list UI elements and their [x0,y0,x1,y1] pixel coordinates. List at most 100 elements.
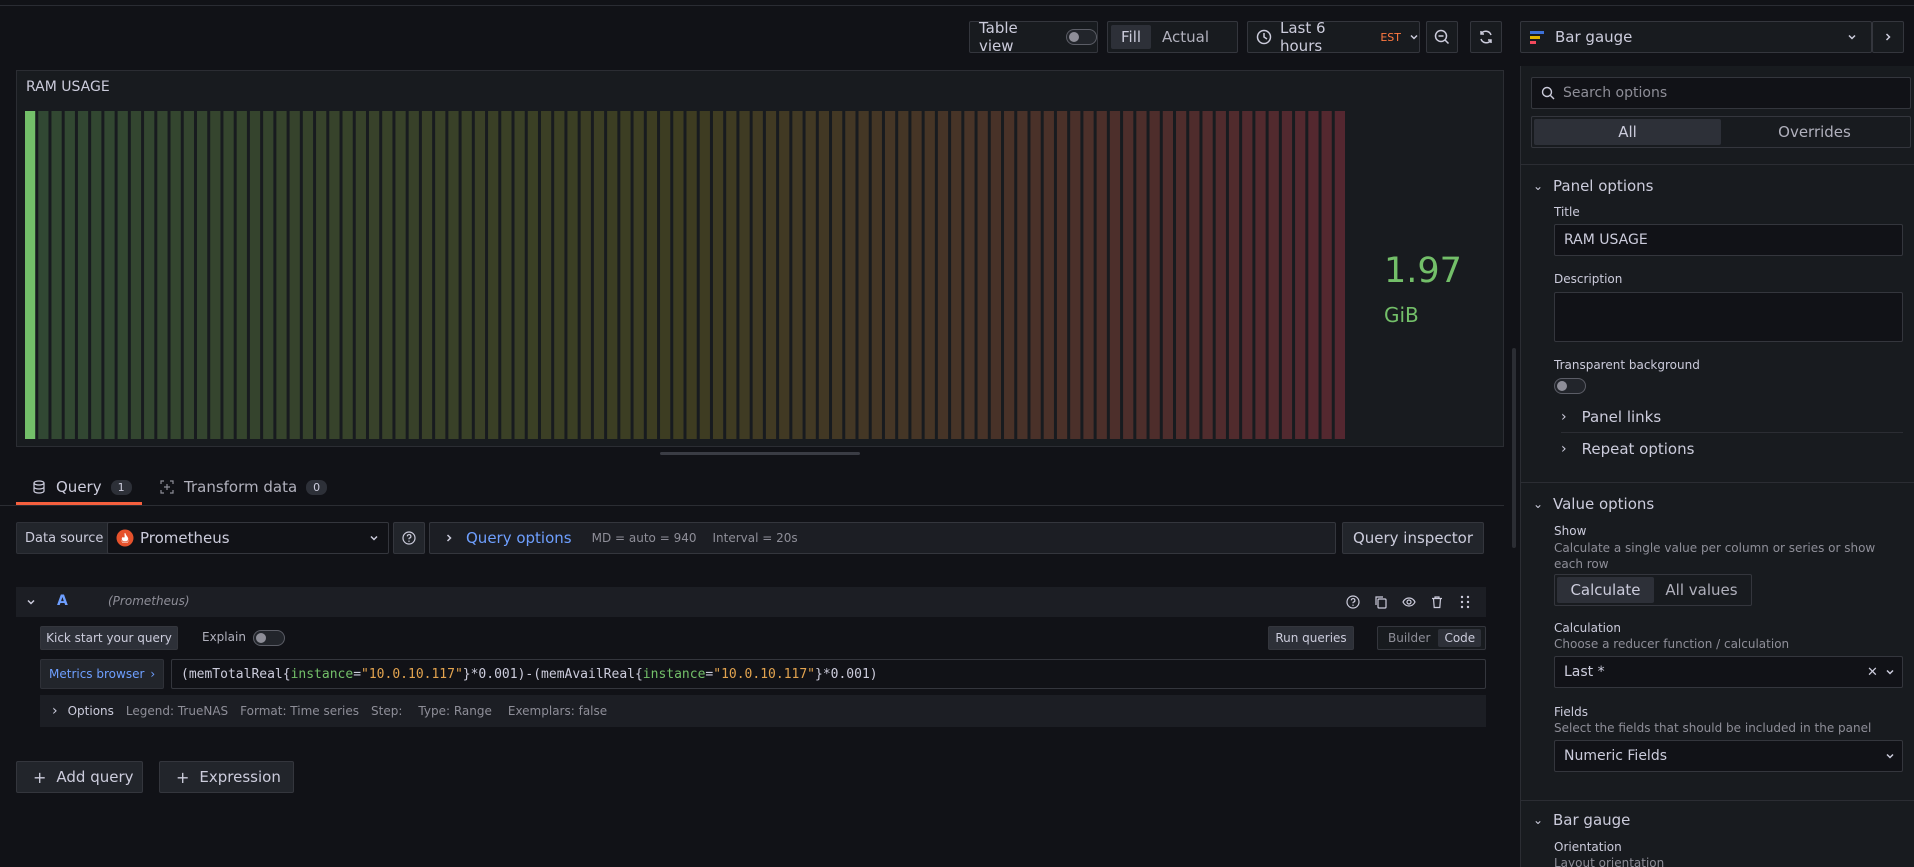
kickstart-button[interactable]: Kick start your query [40,626,178,650]
title-input-value: RAM USAGE [1564,232,1648,248]
gauge-segment [355,111,366,439]
repeat-options-row[interactable]: › Repeat options [1561,433,1903,465]
tab-transform[interactable]: Transform data 0 [160,472,328,502]
eye-icon[interactable] [1402,595,1416,609]
search-options-placeholder: Search options [1563,85,1668,101]
gauge-segment [1162,111,1174,439]
panel-title: RAM USAGE [26,79,110,95]
table-view-toggle[interactable]: Table view [969,19,1098,55]
expression-button[interactable]: + Expression [159,761,294,793]
query-inspector-button[interactable]: Query inspector [1342,522,1484,554]
help-icon [402,531,416,545]
top-divider [0,0,1914,6]
gauge-segment [1056,111,1068,439]
pane-splitter[interactable] [660,452,860,455]
panel-links-row[interactable]: › Panel links [1561,401,1903,433]
show-toggle-group: Calculate All values [1554,574,1752,606]
query-options-row[interactable]: › Options Legend: TrueNAS Format: Time s… [40,695,1486,727]
query-options-bar[interactable]: Query options MD = auto = 940 Interval =… [429,522,1336,554]
chevron-down-icon[interactable]: ⌄ [1533,497,1543,511]
fields-label: Fields [1554,705,1588,719]
clock-icon [1256,29,1272,45]
options-legend: Legend: TrueNAS [125,704,229,718]
copy-icon[interactable] [1374,595,1388,609]
collapse-options-button[interactable] [1872,21,1904,53]
refresh-button[interactable] [1470,21,1502,53]
gauge-segment [395,111,406,439]
editor-scrollbar[interactable] [1512,348,1516,548]
description-textarea[interactable] [1554,292,1903,342]
fill-actual-group: Fill Actual [1107,21,1238,53]
metrics-browser-button[interactable]: Metrics browser › [40,659,165,689]
drag-handle-icon[interactable] [1459,595,1471,609]
search-options-input[interactable]: Search options [1531,77,1911,109]
chevron-right-icon: › [1561,441,1567,457]
gauge-segment [990,111,1002,439]
clear-icon[interactable]: ✕ [1867,665,1878,680]
gauge-segment [527,111,538,439]
datasource-help-button[interactable] [393,522,425,554]
repeat-options-label: Repeat options [1581,440,1695,458]
bar-gauge-title[interactable]: Bar gauge [1553,811,1630,829]
all-values-button[interactable]: All values [1654,577,1749,603]
options-label: Options [67,704,114,718]
gauge-segment [263,111,274,439]
explain-toggle[interactable] [253,630,285,646]
builder-mode-button[interactable]: Builder [1380,631,1438,645]
tab-all[interactable]: All [1534,119,1721,145]
bar-gauge [25,111,1345,439]
gauge-segment [1202,111,1213,439]
options-pane: Search options All Overrides ⌄ Panel opt… [1520,66,1914,867]
calculation-label: Calculation [1554,621,1621,635]
visualization-picker[interactable]: Bar gauge [1520,21,1872,53]
gauge-segment [1189,111,1200,439]
fill-button[interactable]: Fill [1111,25,1152,49]
zoom-out-button[interactable] [1426,21,1458,53]
query-ref-id[interactable]: A [57,593,68,609]
gauge-segment [752,111,763,439]
value-options-title[interactable]: Value options [1553,495,1654,513]
datasource-picker[interactable]: Prometheus [107,522,389,554]
transparent-background-toggle[interactable] [1554,378,1586,394]
run-queries-button[interactable]: Run queries [1268,626,1354,650]
chevron-down-icon [1409,32,1419,42]
chevron-down-icon[interactable]: ⌄ [1533,179,1543,193]
tab-query[interactable]: Query 1 [32,472,132,502]
code-mode-button[interactable]: Code [1438,629,1482,647]
gauge-segment [726,111,737,439]
time-range-picker[interactable]: Last 6 hours EST [1247,19,1420,55]
calculation-select[interactable]: Last * ✕ [1554,656,1903,688]
help-icon[interactable] [1346,595,1360,609]
chevron-right-icon: › [150,667,156,681]
options-type: Type: Range [418,704,492,718]
gauge-segment [779,111,790,439]
gauge-segment [130,111,142,439]
fields-select[interactable]: Numeric Fields [1554,740,1903,772]
chevron-down-icon[interactable] [26,597,36,607]
panel-links-label: Panel links [1581,407,1662,426]
promql-editor[interactable]: (memTotalReal{instance = "10.0.10.117"}*0.… [171,659,1486,689]
tab-overrides[interactable]: Overrides [1721,119,1908,145]
gauge-segment [38,111,49,439]
actual-button[interactable]: Actual [1151,28,1220,46]
gauge-segment [739,111,750,439]
calculate-button[interactable]: Calculate [1557,577,1654,603]
gauge-segment [540,111,552,439]
transform-icon [160,480,174,494]
gauge-segment [368,111,380,439]
title-input[interactable]: RAM USAGE [1554,224,1903,256]
datasource-name: Prometheus [140,529,230,547]
panel-options-title[interactable]: Panel options [1553,177,1653,195]
tab-transform-count: 0 [306,479,328,495]
table-view-switch[interactable] [1065,29,1097,45]
calculation-value: Last * [1564,664,1605,680]
gauge-segment [64,111,75,439]
chevron-down-icon[interactable]: ⌄ [1533,813,1543,827]
trash-icon[interactable] [1430,595,1444,609]
query-row-header[interactable]: A (Prometheus) [16,587,1486,617]
gauge-segment [1083,111,1094,439]
gauge-segment [1043,111,1054,439]
add-query-button[interactable]: + Add query [16,761,143,793]
gauge-segment [210,111,221,439]
database-icon [32,480,46,494]
